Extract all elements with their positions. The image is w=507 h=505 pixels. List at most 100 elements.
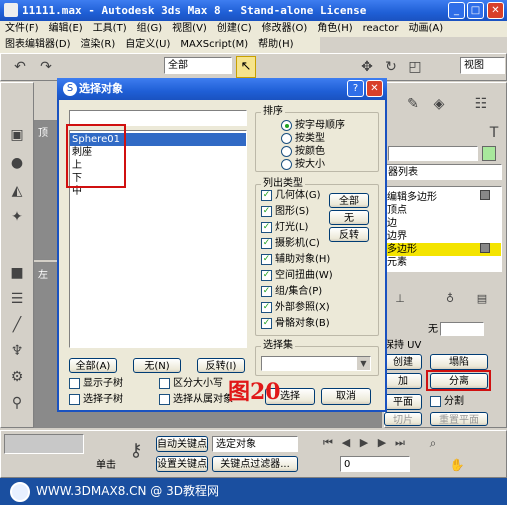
tube-tool-icon[interactable]: ╱ [6,314,28,336]
types-invert-button[interactable]: 反转 [329,227,369,242]
modify-tab-icon[interactable]: ◈ [428,93,450,113]
type-label[interactable]: 摄影机(C) [275,238,320,250]
menu-graph-editors[interactable]: 图表编辑器(D) [0,37,76,53]
sort-type-label[interactable]: 按类型 [295,133,325,145]
menu-help[interactable]: 帮助(H) [253,37,298,53]
type-label[interactable]: 图形(S) [275,206,309,218]
type-label[interactable]: 空间扭曲(W) [275,270,333,282]
type-label[interactable]: 组/集合(P) [275,286,322,298]
goto-start-icon[interactable]: ⏮ [320,434,336,452]
collapse-button[interactable]: 塌陷 [430,354,488,370]
type-checkbox[interactable]: ✓ [261,222,272,233]
menu-tools[interactable]: 工具(T) [88,21,132,37]
slice-button[interactable]: 切片 [384,412,422,426]
key-filters-button[interactable]: 关键点过滤器... [212,456,298,472]
sort-size-label[interactable]: 按大小 [295,159,325,171]
key-icon[interactable]: ⚷ [122,440,150,468]
gear-icon[interactable]: ⚙ [6,366,28,388]
stack-item[interactable]: 元素 [385,256,501,269]
sort-color-radio[interactable] [281,146,292,157]
select-invert-button[interactable]: 反转(I) [197,358,245,373]
select-all-button[interactable]: 全部(A) [69,358,117,373]
next-frame-icon[interactable]: ▶ [374,434,390,452]
rotate-icon[interactable]: ↻ [380,56,402,78]
menu-view[interactable]: 视图(V) [167,21,212,37]
sort-color-label[interactable]: 按颜色 [295,146,325,158]
stack-item[interactable]: 边界 [385,230,501,243]
configure-icon[interactable]: ▤ [474,290,490,308]
remove-modifier-icon[interactable]: ♁ [442,290,458,308]
utilities-tab-icon[interactable]: T [484,122,504,142]
cancel-button[interactable]: 取消 [321,388,371,405]
sort-alpha-radio[interactable] [281,120,292,131]
minimize-button[interactable]: _ [448,2,465,19]
type-checkbox[interactable]: ✓ [261,238,272,249]
type-label[interactable]: 几何体(G) [275,190,321,202]
menu-maxscript[interactable]: MAXScript(M) [175,37,253,53]
select-dependents-label[interactable]: 选择从属对象 [173,394,233,406]
goto-end-icon[interactable]: ⏭ [392,434,408,452]
menu-file[interactable]: 文件(F) [0,21,44,37]
object-name-field[interactable] [388,146,478,161]
sort-size-radio[interactable] [281,159,292,170]
type-checkbox[interactable]: ✓ [261,206,272,217]
types-all-button[interactable]: 全部 [329,193,369,208]
menu-group[interactable]: 组(G) [132,21,168,37]
timeline-slider[interactable] [4,434,84,454]
split-checkbox[interactable] [430,396,441,407]
move-icon[interactable]: ✥ [356,56,378,78]
play-icon[interactable]: ▶ [356,434,372,452]
chevron-down-icon[interactable]: ▼ [357,357,370,370]
auto-key-button[interactable]: 自动关键点 [156,436,208,452]
bone-tool-icon[interactable]: ♆ [6,340,28,362]
viewport-left-label[interactable]: 左 [36,264,50,283]
viewport-top-label[interactable]: 顶 [36,122,50,141]
select-none-button[interactable]: 无(N) [133,358,181,373]
selection-set-dropdown[interactable] [261,356,371,371]
set-key-button[interactable]: 设置关键点 [156,456,208,472]
selected-dropdown[interactable]: 选定对象 [212,436,298,452]
display-subtree-label[interactable]: 显示子树 [83,378,123,390]
undo-icon[interactable]: ↶ [8,56,32,78]
type-checkbox[interactable]: ✓ [261,318,272,329]
dialog-close-button[interactable]: ✕ [366,80,383,97]
menu-edit[interactable]: 编辑(E) [44,21,88,37]
cylinder-tool-icon[interactable]: ☰ [6,288,28,310]
dialog-help-button[interactable]: ? [347,80,364,97]
preserve-uv-label[interactable]: 保持 UV [384,340,421,352]
reset-plane-button[interactable]: 重置平面 [430,412,488,426]
type-label[interactable]: 骨骼对象(B) [275,318,330,330]
select-subtree-checkbox[interactable] [69,394,80,405]
attach-button[interactable]: 加 [384,373,422,389]
sort-type-radio[interactable] [281,133,292,144]
sort-alpha-label[interactable]: 按字母顺序 [295,120,345,132]
menu-customize[interactable]: 自定义(U) [120,37,175,53]
modifier-list-dropdown[interactable]: 器列表 [384,164,502,180]
selection-filter-dropdown[interactable]: 全部 [164,57,232,74]
stack-item[interactable]: 边 [385,217,501,230]
box-tool-icon[interactable]: ■ [6,262,28,284]
prev-frame-icon[interactable]: ◀ [338,434,354,452]
create-geometry-icon[interactable]: ▣ [6,124,28,146]
current-frame-field[interactable]: 0 [340,456,410,472]
type-label[interactable]: 外部参照(X) [275,302,330,314]
menu-animation[interactable]: 动画(A) [403,21,448,37]
type-label[interactable]: 灯光(L) [275,222,308,234]
case-sensitive-label[interactable]: 区分大小写 [173,378,223,390]
menu-character[interactable]: 角色(H) [312,21,357,37]
sphere-tool-icon[interactable]: ● [6,152,28,174]
create-tab-icon[interactable]: ✎ [402,93,424,113]
maximize-button[interactable]: □ [467,2,484,19]
select-dependents-checkbox[interactable] [159,394,170,405]
object-color-swatch[interactable] [482,146,496,161]
none-dropdown[interactable] [440,322,484,336]
quickslice-button[interactable]: 平面 [384,394,422,410]
menu-create[interactable]: 创建(C) [212,21,257,37]
close-button[interactable]: ✕ [487,2,504,19]
select-arrow-icon[interactable]: ↖ [236,56,256,78]
pan-hand-icon[interactable]: ✋ [448,456,466,474]
menu-rendering[interactable]: 渲染(R) [76,37,121,53]
select-subtree-label[interactable]: 选择子树 [83,394,123,406]
pin-stack-icon[interactable]: ⊥ [392,290,408,308]
scale-icon[interactable]: ◰ [404,56,426,78]
